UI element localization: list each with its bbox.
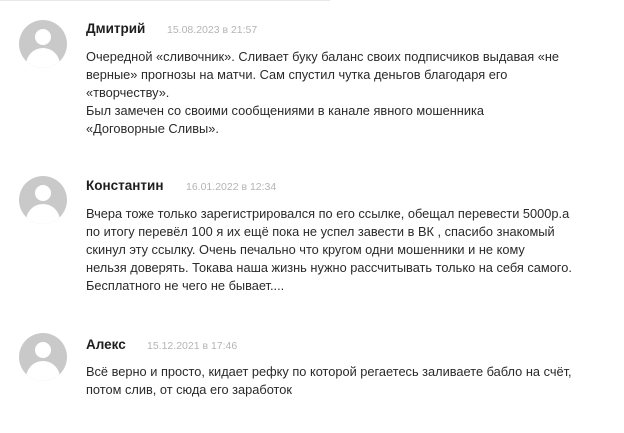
comment-line: Бесплатного не чего не бывает.... — [86, 278, 285, 293]
avatar-head-shape — [35, 29, 51, 45]
comment-text: Очередной «сливочник». Сливает буку бала… — [86, 48, 606, 138]
comment-line: по итогу перевёл 100 я их ещё пока не ус… — [86, 224, 555, 239]
avatar — [19, 20, 67, 68]
comment-line: Очередной «сливочник». Сливает буку бала… — [86, 49, 560, 64]
comment-author: Дмитрий — [86, 21, 146, 36]
comment-line: нельзя доверять. Токава наша жизнь нужно… — [86, 260, 572, 275]
avatar — [19, 176, 67, 224]
comment-line: «Договорные Сливы». — [86, 121, 219, 136]
avatar-head-shape — [35, 185, 51, 201]
avatar-body-shape — [26, 204, 60, 224]
comment-line: Был замечен со своими сообщениями в кана… — [86, 103, 485, 118]
comment-line: Всё верно и просто, кидает рефку по кото… — [86, 364, 572, 379]
avatar-body-shape — [26, 361, 60, 381]
comment-date: 15.12.2021 в 17:46 — [147, 340, 238, 352]
comment-line: потом слив, от сюда его заработок — [86, 382, 292, 397]
comment-author: Константин — [86, 178, 164, 193]
comment-date: 16.01.2022 в 12:34 — [186, 181, 277, 193]
comment-date: 15.08.2023 в 21:57 — [167, 24, 258, 36]
avatar-head-shape — [35, 342, 51, 358]
comment-line: скинул эту ссылку. Очень печально что кр… — [86, 242, 525, 257]
comment-author: Алекс — [86, 337, 126, 352]
comment-line: верные» прогнозы на матчи. Сам спустил ч… — [86, 67, 508, 82]
comment-text: Вчера тоже только зарегистрировался по е… — [86, 205, 606, 295]
avatar — [19, 333, 67, 381]
divider — [0, 0, 330, 1]
comment-line: Вчера тоже только зарегистрировался по е… — [86, 206, 570, 221]
avatar-body-shape — [26, 48, 60, 68]
comment-line: «творчеству». — [86, 85, 170, 100]
comment-text: Всё верно и просто, кидает рефку по кото… — [86, 363, 606, 399]
